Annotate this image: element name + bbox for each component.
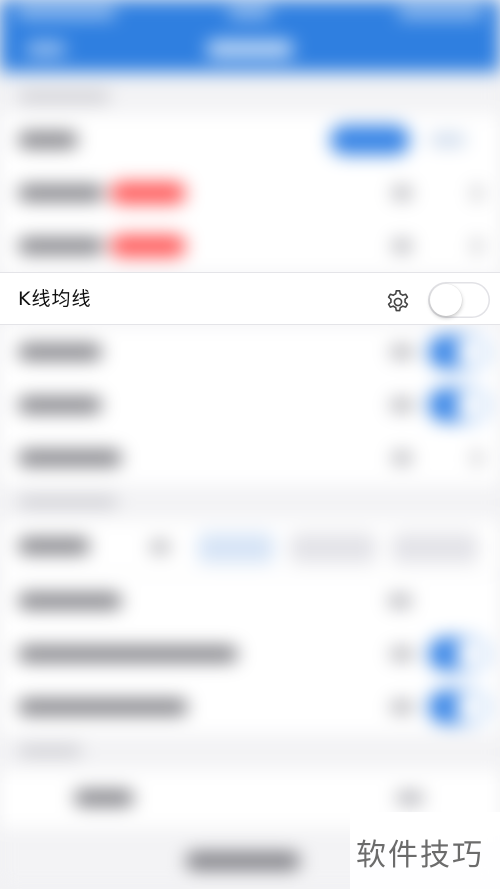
settings-row-7[interactable] (0, 432, 500, 485)
segment-option[interactable] (392, 533, 478, 563)
toggle-knob (456, 390, 486, 420)
settings-row-1[interactable] (0, 114, 500, 167)
row-label (18, 132, 78, 148)
watermark: 软件技巧 (350, 812, 500, 889)
row-value (390, 701, 414, 713)
nav-title (206, 40, 294, 58)
segment-option[interactable] (290, 533, 376, 563)
row-label (18, 450, 122, 466)
row-value (388, 595, 412, 607)
chevron-right-icon (472, 186, 482, 200)
settings-row-5[interactable] (0, 326, 500, 379)
segment-option-selected[interactable] (198, 533, 274, 563)
row-label (18, 238, 104, 254)
new-badge (110, 182, 186, 204)
row-value (396, 792, 424, 804)
row-label (18, 344, 102, 360)
row-value (390, 346, 414, 358)
blurred-background (0, 0, 500, 889)
row-value (392, 187, 412, 199)
row-label (18, 397, 102, 413)
row-label (18, 646, 238, 662)
toggle-knob (456, 692, 486, 722)
toggle-knob (456, 337, 486, 367)
new-badge (110, 235, 186, 257)
kline-ma-label: K线均线 (18, 288, 92, 310)
settings-row-10[interactable] (0, 628, 500, 681)
row-label (74, 790, 134, 806)
settings-row-11[interactable] (0, 681, 500, 734)
segment-selected[interactable] (330, 125, 410, 155)
settings-row-6[interactable] (0, 379, 500, 432)
section-header-2 (18, 497, 118, 507)
settings-row-2[interactable] (0, 167, 500, 220)
row-value (390, 648, 414, 660)
settings-row-3[interactable] (0, 220, 500, 273)
row-label (18, 593, 122, 609)
gear-icon[interactable] (384, 287, 412, 315)
back-button[interactable] (26, 42, 66, 56)
segment-option[interactable] (430, 134, 466, 146)
section-header-3 (18, 746, 82, 756)
chevron-right-icon (472, 451, 482, 465)
kline-ma-row: K线均线 (0, 272, 500, 325)
row-value (392, 452, 412, 464)
row-label (18, 538, 90, 554)
row-label (18, 699, 188, 715)
status-bar-carrier (16, 8, 116, 18)
status-bar-battery (398, 8, 484, 18)
watermark-text: 软件技巧 (356, 838, 484, 873)
toggle-knob (430, 284, 462, 316)
section-header-1 (18, 92, 110, 102)
nav-bar (0, 0, 500, 72)
toggle-knob (456, 639, 486, 669)
row-value (390, 399, 414, 411)
settings-row-9[interactable] (0, 575, 500, 628)
kline-ma-toggle[interactable] (428, 282, 490, 318)
row-label (18, 185, 104, 201)
row-value (392, 240, 412, 252)
chevron-right-icon (472, 239, 482, 253)
info-icon (150, 541, 170, 553)
status-bar-time (228, 8, 272, 18)
bottom-action-button[interactable] (186, 852, 300, 870)
